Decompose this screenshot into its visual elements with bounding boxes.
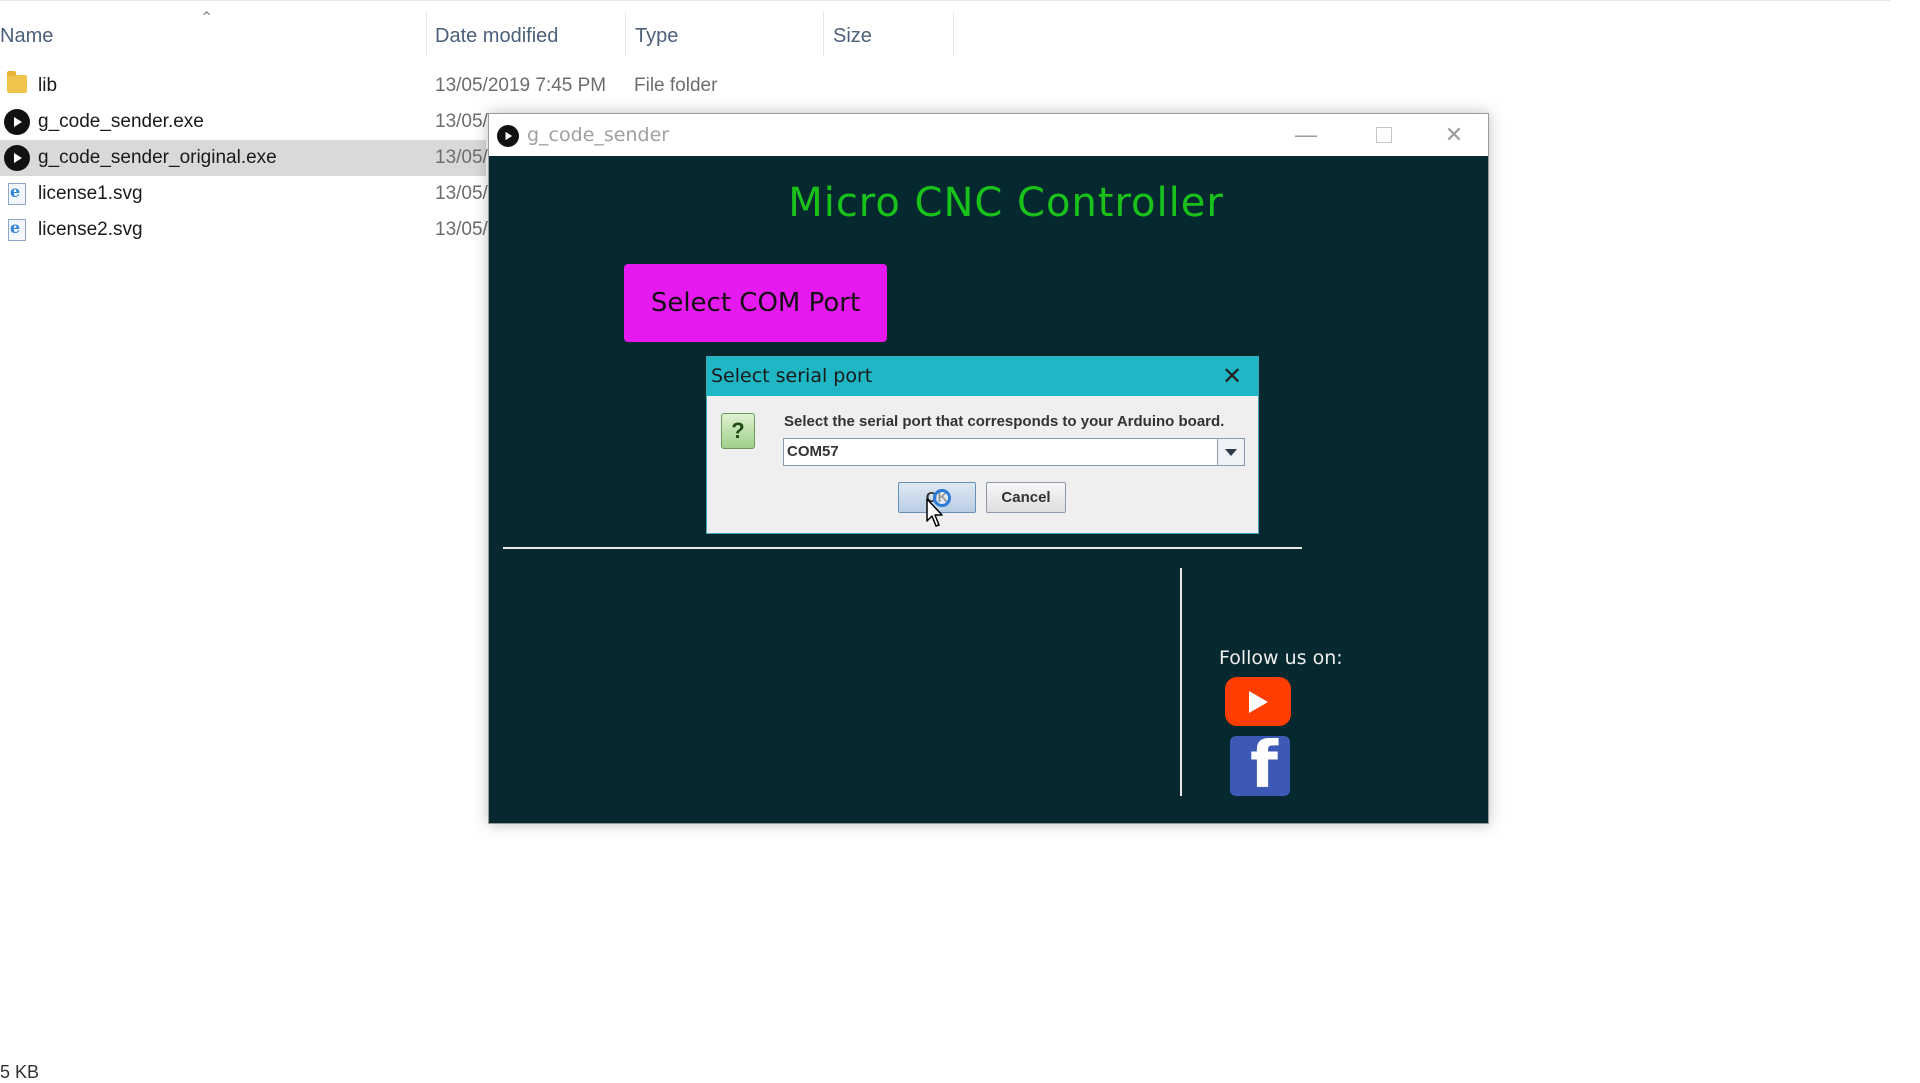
serial-port-select[interactable]: COM57 [783,438,1245,466]
dropdown-button[interactable] [1217,439,1244,465]
exe-icon [4,145,30,171]
column-separator[interactable] [953,12,954,56]
file-name: license2.svg [38,219,143,240]
dialog-message: Select the serial port that corresponds … [784,413,1225,430]
svg-file-icon [4,217,30,243]
app-window-title: g_code_sender [527,124,670,146]
youtube-icon[interactable] [1225,677,1291,726]
file-date: 13/05/ [435,147,488,168]
select-com-port-button[interactable]: Select COM Port [624,264,887,342]
file-name: g_code_sender.exe [38,111,204,132]
svg-file-icon [4,181,30,207]
column-header-name-label: Name [0,24,54,47]
column-header-size-label: Size [833,24,872,47]
chevron-down-icon [1225,448,1237,456]
file-date: 13/05/ [435,111,488,132]
column-header-date-label: Date modified [435,24,559,47]
file-date: 13/05/ [435,219,488,240]
file-row-lib[interactable]: lib 13/05/2019 7:45 PM File folder [0,68,717,104]
exe-icon [4,109,30,135]
app-heading: Micro CNC Controller [788,180,1224,226]
close-icon: ✕ [1221,362,1243,390]
file-name: lib [38,75,58,96]
dialog-title: Select serial port [711,365,873,387]
file-row-license1[interactable]: license1.svg 13/05/ [0,176,488,212]
file-date: 13/05/2019 7:45 PM [435,75,607,96]
close-button[interactable]: ✕ [1419,114,1489,156]
app-titlebar[interactable]: g_code_sender — ✕ [489,114,1488,156]
mouse-cursor-icon [926,498,943,527]
column-header-size[interactable]: Size [823,0,953,72]
column-header-name[interactable]: Name [0,0,426,72]
folder-icon [4,71,30,99]
column-header-type[interactable]: Type [625,0,824,72]
select-serial-port-dialog: Select serial port ✕ ? Select the serial… [706,356,1259,534]
file-row-license2[interactable]: license2.svg 13/05/ [0,212,488,248]
minimize-button[interactable]: — [1271,114,1341,156]
dialog-close-button[interactable]: ✕ [1212,360,1252,392]
column-header-date-modified[interactable]: Date modified [425,0,625,72]
close-icon: ✕ [1444,122,1464,147]
column-header-type-label: Type [635,24,679,47]
file-date: 13/05/ [435,183,488,204]
file-type: File folder [634,75,718,96]
facebook-icon[interactable]: f [1230,736,1290,796]
horizontal-divider [503,547,1302,549]
follow-us-label: Follow us on: [1219,647,1343,669]
dialog-titlebar[interactable]: Select serial port ✕ [707,357,1258,396]
file-name: g_code_sender_original.exe [38,147,277,168]
question-icon: ? [721,413,755,449]
minimize-icon: — [1295,122,1317,147]
file-row-g-code-sender-original[interactable]: g_code_sender_original.exe 13/05/ [0,140,488,176]
cancel-button[interactable]: Cancel [986,482,1066,513]
cancel-button-label: Cancel [1001,489,1051,506]
file-name: license1.svg [38,183,143,204]
serial-port-value: COM57 [787,443,839,460]
vertical-divider [1180,568,1182,796]
app-icon [497,125,519,147]
maximize-icon [1376,127,1392,143]
maximize-button[interactable] [1349,114,1419,156]
file-row-g-code-sender[interactable]: g_code_sender.exe 13/05/ [0,104,488,140]
